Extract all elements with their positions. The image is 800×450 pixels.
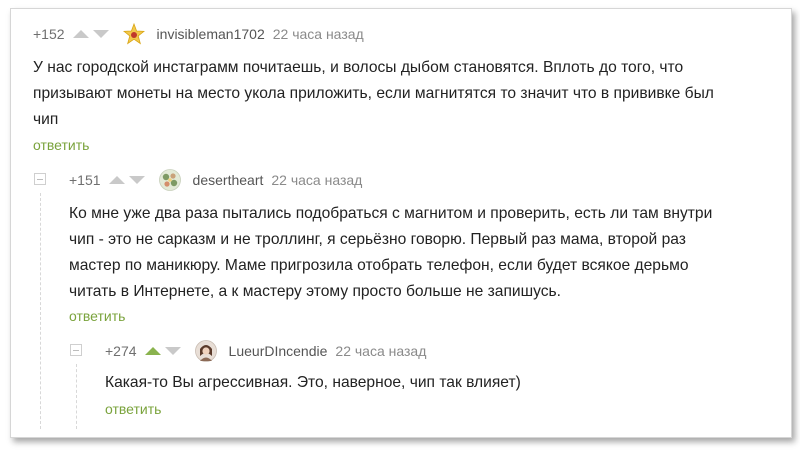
rating-value: +274 — [105, 343, 137, 359]
flower-avatar-icon[interactable] — [158, 169, 181, 191]
text-line: призывают монеты на место укола приложит… — [33, 85, 714, 102]
username[interactable]: desertheart — [193, 172, 264, 188]
collapse-thread-button[interactable] — [34, 173, 46, 185]
downvote-arrow-icon[interactable] — [164, 347, 181, 355]
text-line: Ко мне уже два раза пытались подобраться… — [69, 205, 713, 222]
comment-1-meta: +152 invisibleman1702 22 часа назад — [33, 22, 364, 45]
comment-1-text: У нас городской инстаграмм почитаешь, и … — [33, 55, 773, 133]
upvote-arrow-icon[interactable] — [108, 176, 125, 184]
downvote-arrow-icon[interactable] — [128, 176, 145, 184]
text-line: чип — [33, 111, 59, 128]
comments-panel: +152 invisibleman1702 22 часа назад У на… — [10, 8, 792, 438]
comment-3-meta: +274 LueurDIncendie 22 часа назад — [105, 340, 426, 362]
timestamp[interactable]: 22 часа назад — [271, 172, 362, 188]
star-avatar-icon[interactable] — [122, 22, 145, 45]
timestamp[interactable]: 22 часа назад — [273, 26, 364, 42]
username[interactable]: LueurDIncendie — [229, 343, 328, 359]
comment-2-text: Ко мне уже два раза пытались подобраться… — [69, 201, 779, 305]
comment-2-meta: +151 desertheart 22 часа назад — [69, 169, 362, 191]
portrait-avatar-icon[interactable] — [194, 340, 217, 362]
comment-3-text: Какая-то Вы агрессивная. Это, наверное, … — [105, 370, 765, 396]
upvote-arrow-icon[interactable] — [72, 30, 89, 38]
reply-link[interactable]: ответить — [105, 401, 161, 417]
downvote-arrow-icon[interactable] — [92, 30, 109, 38]
thread-line — [76, 364, 77, 429]
text-line: Какая-то Вы агрессивная. Это, наверное, … — [105, 374, 521, 391]
reply-link[interactable]: ответить — [69, 308, 125, 324]
thread-line — [40, 193, 41, 429]
text-line: чип - это не сарказм и не троллинг, я се… — [69, 231, 686, 248]
collapse-thread-button[interactable] — [70, 344, 82, 356]
text-line: читать в Интернете, а к мастеру этому пр… — [69, 283, 561, 300]
timestamp[interactable]: 22 часа назад — [335, 343, 426, 359]
reply-link[interactable]: ответить — [33, 137, 89, 153]
text-line: мастер по маникюру. Маме пригрозила отоб… — [69, 257, 689, 274]
username[interactable]: invisibleman1702 — [157, 26, 265, 42]
rating-value: +152 — [33, 26, 65, 42]
text-line: У нас городской инстаграмм почитаешь, и … — [33, 59, 684, 76]
upvote-arrow-icon[interactable] — [144, 347, 161, 355]
rating-value: +151 — [69, 172, 101, 188]
